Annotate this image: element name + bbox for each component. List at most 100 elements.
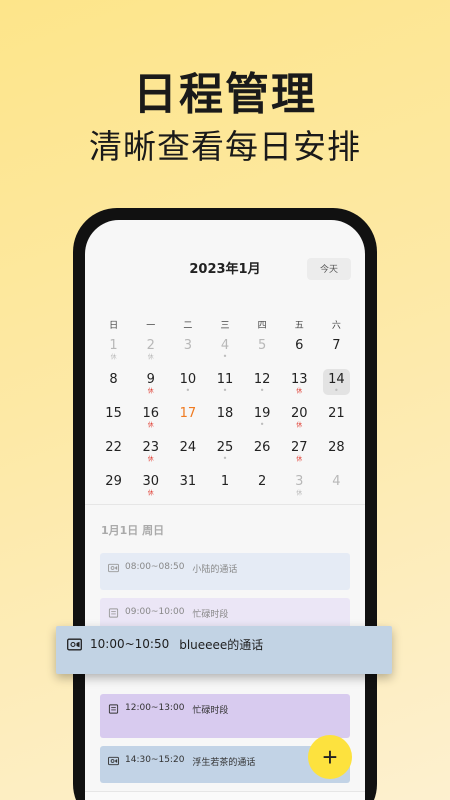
calendar-day[interactable]: 6 (281, 332, 318, 366)
event-title: blueeee的通话 (179, 637, 264, 652)
day-number: 21 (328, 406, 345, 421)
weekday-label: 三 (220, 321, 230, 331)
calendar-day[interactable]: 12 • (244, 366, 281, 400)
note-icon (108, 608, 119, 618)
calendar-day[interactable]: 7 (318, 332, 355, 366)
calendar-day[interactable]: 29 (95, 468, 132, 502)
event-card[interactable]: 12:00~13:00 忙碌时段 (100, 694, 350, 738)
day-number: 18 (216, 406, 234, 421)
event-time: 10:00~10:50 (90, 637, 170, 651)
dragging-event-card[interactable]: 10:00~10:50 blueeee的通话 (56, 626, 392, 674)
day-number: 22 (105, 440, 122, 455)
event-title: 忙碌时段 (192, 706, 229, 716)
calendar-day[interactable]: 1休 (95, 332, 132, 366)
day-tag (318, 354, 355, 362)
selected-date-label: 1月1日 周日 (101, 524, 165, 537)
holiday-badge: 休 (296, 422, 303, 429)
calendar-day[interactable]: 9休 (132, 366, 169, 400)
promo-subheadline: 清晰查看每日安排 (89, 127, 361, 166)
holiday-badge: 休 (296, 388, 303, 395)
day-number: 1 (220, 474, 230, 489)
calendar-day[interactable]: 15 (95, 400, 132, 434)
calendar-day[interactable]: 2休 (132, 332, 169, 366)
event-dot: • (222, 454, 228, 463)
calendar-day[interactable]: 23 休 (132, 434, 169, 468)
day-number: 31 (179, 474, 197, 489)
calendar-day[interactable]: 4 • (206, 332, 243, 366)
weekday-header: 日 一 二 三 四 五 六 (95, 318, 355, 331)
app-screen: 2023年1月 今天 日 一 二 三 四 五 六 1 休 2 休 3 4 • 5 6 7 8 9 休 10… (85, 220, 365, 800)
event-time: 08:00~08:50 (125, 562, 185, 572)
day-tag (169, 422, 206, 430)
video-call-icon (67, 638, 82, 650)
calendar-day[interactable]: 25 • (206, 434, 243, 468)
day-number: 2 (146, 338, 155, 353)
calendar-day[interactable]: 4 (318, 468, 355, 502)
weekday-label: 五 (294, 321, 304, 331)
calendar-day[interactable]: 10 • (169, 366, 206, 400)
calendar-day[interactable]: 18 (206, 400, 243, 434)
calendar-day[interactable]: 16 休 (132, 400, 169, 434)
calendar-day[interactable]: 21 (318, 400, 355, 434)
calendar-day[interactable]: 3休 (281, 468, 318, 502)
today-button[interactable]: 今天 (307, 258, 351, 280)
promo-headline: 日程管理 (133, 69, 317, 120)
calendar-day[interactable]: 27 休 (281, 434, 318, 468)
calendar-day[interactable]: 8 (95, 366, 132, 400)
day-number: 15 (105, 406, 122, 421)
day-number: 1 (109, 338, 118, 353)
day-tag (95, 490, 132, 498)
calendar-day[interactable]: 30 休 (132, 468, 169, 502)
day-number: 13 (291, 372, 308, 387)
day-number: 2 (257, 474, 267, 489)
day-number: 24 (179, 440, 197, 455)
weekday-label: 二 (183, 321, 193, 331)
note-icon (108, 704, 119, 714)
calendar-day[interactable]: 28 (318, 434, 355, 468)
event-dot: • (185, 386, 191, 395)
calendar-day[interactable]: 1 (206, 468, 243, 502)
calendar-day[interactable]: 22 (95, 434, 132, 468)
calendar-day-today[interactable]: 17 (169, 400, 206, 434)
event-dot: • (259, 420, 265, 429)
weekday-label: 六 (331, 321, 341, 331)
event-card[interactable]: 08:00~08:50 小陆的通话 (100, 553, 350, 590)
day-tag (244, 456, 281, 464)
day-number: 29 (105, 474, 122, 489)
day-number: 8 (109, 372, 118, 387)
calendar-day[interactable]: 11 • (206, 366, 243, 400)
day-number: 3 (295, 474, 304, 489)
calendar-day[interactable]: 2 (244, 468, 281, 502)
day-number: 30 (142, 474, 159, 489)
day-tag (318, 422, 355, 430)
event-time: 14:30~15:20 (125, 755, 185, 765)
day-tag (281, 354, 318, 362)
holiday-badge: 休 (147, 354, 154, 361)
calendar-day[interactable]: 3 (169, 332, 206, 366)
calendar-day[interactable]: 24 (169, 434, 206, 468)
calendar-day[interactable]: 19 • (244, 400, 281, 434)
calendar-day[interactable]: 20 休 (281, 400, 318, 434)
day-tag (169, 490, 206, 498)
event-title: 浮生若茶的通话 (192, 758, 256, 768)
event-title: 忙碌时段 (192, 610, 229, 620)
day-number: 17 (179, 406, 197, 421)
day-number: 4 (332, 474, 341, 489)
calendar-day[interactable]: 13 休 (281, 366, 318, 400)
calendar-day[interactable]: 31 (169, 468, 206, 502)
calendar-day[interactable]: 5 (244, 332, 281, 366)
event-time: 09:00~10:00 (125, 607, 185, 617)
calendar-header: 2023年1月 今天 (85, 258, 365, 282)
day-number: 7 (332, 338, 341, 353)
day-tag (318, 456, 355, 464)
phone-frame: 2023年1月 今天 日 一 二 三 四 五 六 1 休 2 休 3 4 • 5 6 7 8 9 休 10… (73, 208, 377, 800)
event-time: 12:00~13:00 (125, 703, 185, 713)
holiday-badge: 休 (147, 388, 154, 395)
weekday-label: 四 (257, 321, 267, 331)
day-number: 16 (142, 406, 159, 421)
add-event-button[interactable]: + (308, 735, 352, 779)
calendar-day-selected[interactable]: 14 • (318, 366, 355, 400)
calendar-day[interactable]: 26 (244, 434, 281, 468)
divider (85, 504, 365, 505)
day-number: 27 (291, 440, 308, 455)
